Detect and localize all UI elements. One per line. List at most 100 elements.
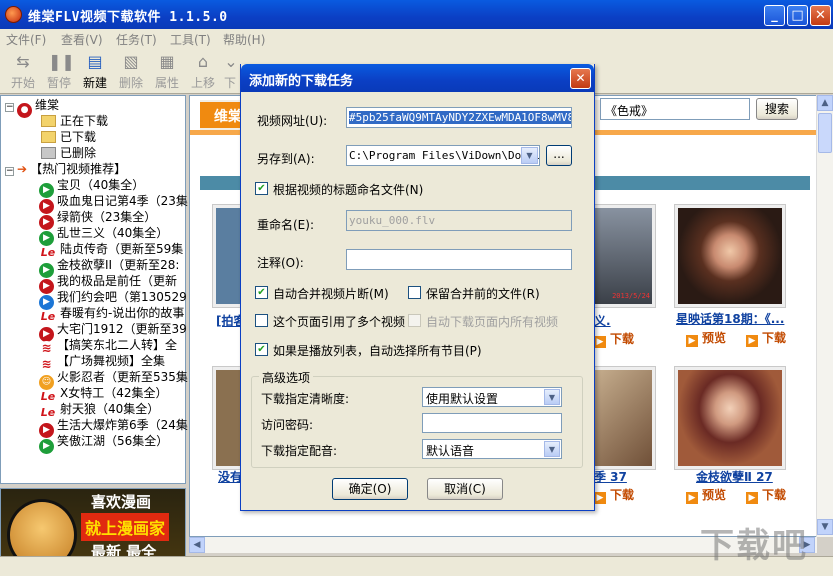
keep-before-merge-label[interactable]: 保留合并前的文件(R): [426, 285, 540, 302]
close-button[interactable]: ✕: [810, 5, 831, 26]
tree-video-item[interactable]: ▶ 吸血鬼日记第4季（23集: [39, 193, 188, 214]
video-thumb[interactable]: 2013/5/24: [586, 204, 656, 308]
scroll-up-button[interactable]: ▲: [817, 95, 833, 111]
video-caption[interactable]: 金枝欲孽Ⅱ 27: [696, 468, 773, 485]
tree-root[interactable]: − ● 维棠: [5, 97, 59, 118]
tree-video-item[interactable]: ▶ 笑傲江湖（56集全）: [39, 433, 168, 454]
tree-video-item[interactable]: ▶ 宝贝（40集全）: [39, 177, 144, 198]
scroll-thumb[interactable]: [818, 113, 832, 153]
rename-by-title-label[interactable]: 根据视频的标题命名文件(N): [273, 181, 423, 198]
tree-video-item[interactable]: Le 陆贞传奇（更新至59集: [39, 241, 184, 259]
move-down-button[interactable]: ⌄ 下: [220, 50, 240, 92]
tree-folder-deleted[interactable]: 已删除: [41, 145, 96, 161]
preview-link[interactable]: ▶ 预览: [686, 329, 726, 347]
auto-merge-checkbox[interactable]: ✔: [255, 286, 268, 299]
web-search-input[interactable]: 《色戒》: [600, 98, 750, 120]
note-label: 注释(O):: [257, 256, 304, 270]
tree-folder-downloading[interactable]: 正在下载: [41, 113, 108, 129]
saveto-combo[interactable]: C:\Program Files\ViDown\Downl: [346, 145, 540, 166]
tree-video-item[interactable]: ▶ 我们约会吧（第130529: [39, 289, 187, 310]
browse-button[interactable]: ...: [546, 145, 572, 166]
tree-video-item[interactable]: ▶ 生活大爆炸第6季（24集: [39, 417, 188, 438]
playlist-label[interactable]: 如果是播放列表，自动选择所有节目(P): [273, 342, 482, 359]
tree-video-item[interactable]: Le 春暖有约-说出你的故事: [39, 305, 185, 323]
saveto-label: 另存到(A):: [257, 152, 315, 166]
tree-video-item[interactable]: Le X女特工（42集全）: [39, 385, 168, 403]
video-thumb[interactable]: [674, 366, 786, 470]
rename-input[interactable]: youku_000.flv: [346, 210, 572, 231]
saveto-dropdown-button[interactable]: ▼: [521, 147, 538, 164]
pause-icon: ❚❚: [48, 52, 75, 71]
preview-link[interactable]: ▶ 预览: [686, 486, 726, 504]
multi-video-label[interactable]: 这个页面引用了多个视频: [273, 313, 405, 330]
video-caption[interactable]: 没有: [218, 468, 242, 485]
dub-dropdown-button[interactable]: ▼: [544, 441, 560, 457]
ok-button[interactable]: 确定(O): [332, 478, 408, 500]
tree-video-item[interactable]: ▶ 绿箭侠（23集全）: [39, 209, 156, 230]
new-button[interactable]: ▤ 新建: [78, 50, 112, 92]
auto-merge-label[interactable]: 自动合并视频片断(M): [273, 285, 389, 302]
menu-file[interactable]: 文件(F): [6, 31, 46, 48]
start-button[interactable]: ⇆ 开始: [6, 50, 40, 92]
cancel-button[interactable]: 取消(C): [427, 478, 503, 500]
properties-button[interactable]: ▦ 属性: [150, 50, 184, 92]
video-caption[interactable]: 星映话第18期：《...: [676, 310, 784, 327]
ad-line-1: 喜欢漫画: [91, 493, 152, 511]
arrow-icon: ▶: [686, 335, 698, 347]
tree-video-item[interactable]: ☺ 火影忍者（更新至535集: [39, 369, 188, 390]
title-bar[interactable]: 维棠FLV视频下载软件 1.1.5.0 _ □ ✕: [0, 0, 833, 29]
app-icon: [5, 6, 22, 23]
dialog-close-button[interactable]: ✕: [570, 68, 591, 89]
scroll-left-button[interactable]: ◀: [189, 537, 205, 553]
quality-select[interactable]: 使用默认设置: [422, 387, 562, 407]
green-site-icon: ▶: [39, 439, 54, 454]
tree-video-item[interactable]: ▶ 大宅门1912（更新至39: [39, 321, 187, 342]
download-link[interactable]: ▶ 下载: [746, 329, 786, 347]
dub-select[interactable]: 默认语音: [422, 439, 562, 459]
tree-hot-group[interactable]: − ➔ 【热门视频推荐】: [5, 161, 126, 177]
collapse-icon[interactable]: −: [5, 167, 14, 176]
tree-video-item[interactable]: ≋ 【搞笑东北二人转】全: [39, 337, 178, 356]
tree-video-label: 射天狼（40集全）: [60, 402, 160, 416]
minimize-button[interactable]: _: [764, 5, 785, 26]
quality-label: 下载指定清晰度:: [261, 392, 350, 406]
download-link[interactable]: ▶ 下载: [594, 486, 634, 504]
web-vertical-scrollbar[interactable]: ▲ ▼: [816, 95, 833, 537]
arrow-icon: ▶: [594, 492, 606, 504]
tree-video-item[interactable]: ▶ 乱世三义（40集全）: [39, 225, 168, 246]
video-thumb[interactable]: [586, 366, 656, 470]
url-input[interactable]: #5pb25faWQ9MTAyNDY2ZXEwMDA1OF8wMV8wMg: [346, 107, 572, 128]
download-link[interactable]: ▶ 下载: [594, 330, 634, 348]
dub-label: 下载指定配音:: [261, 444, 338, 458]
menu-task[interactable]: 任务(T): [116, 31, 157, 48]
tree-video-item[interactable]: ≋ 【广场舞视频】全集: [39, 353, 165, 372]
download-link[interactable]: ▶ 下载: [746, 486, 786, 504]
tree-video-label: 【搞笑东北二人转】全: [57, 338, 178, 352]
video-caption[interactable]: 季 37: [594, 468, 627, 485]
pause-button[interactable]: ❚❚ 暂停: [42, 50, 76, 92]
auto-download-all-checkbox[interactable]: [408, 314, 421, 327]
video-thumb[interactable]: [674, 204, 786, 308]
note-input[interactable]: [346, 249, 572, 270]
video-caption[interactable]: 义.: [594, 312, 611, 329]
web-search-button[interactable]: 搜索: [756, 98, 798, 120]
multi-video-checkbox[interactable]: [255, 314, 268, 327]
playlist-checkbox[interactable]: ✔: [255, 343, 268, 356]
delete-button[interactable]: ▧ 删除: [114, 50, 148, 92]
tree-video-item[interactable]: Le 射天狼（40集全）: [39, 401, 160, 419]
menu-view[interactable]: 查看(V): [61, 31, 103, 48]
tree-folder-downloaded[interactable]: 已下载: [41, 129, 96, 145]
keep-before-merge-checkbox[interactable]: [408, 286, 421, 299]
password-input[interactable]: [422, 413, 562, 433]
quality-dropdown-button[interactable]: ▼: [544, 389, 560, 405]
move-up-button[interactable]: ⌂ 上移: [186, 50, 220, 92]
scroll-down-button[interactable]: ▼: [817, 519, 833, 535]
tree-video-item[interactable]: ▶ 金枝欲孽II（更新至28:: [39, 257, 179, 278]
menu-tools[interactable]: 工具(T): [170, 31, 211, 48]
rename-by-title-checkbox[interactable]: ✔: [255, 182, 268, 195]
maximize-button[interactable]: □: [787, 5, 808, 26]
menu-help[interactable]: 帮助(H): [223, 31, 265, 48]
tree-video-item[interactable]: ▶ 我的极品是前任（更新: [39, 273, 177, 294]
dialog-title-bar[interactable]: 添加新的下载任务 ✕: [241, 64, 594, 92]
collapse-icon[interactable]: −: [5, 103, 14, 112]
